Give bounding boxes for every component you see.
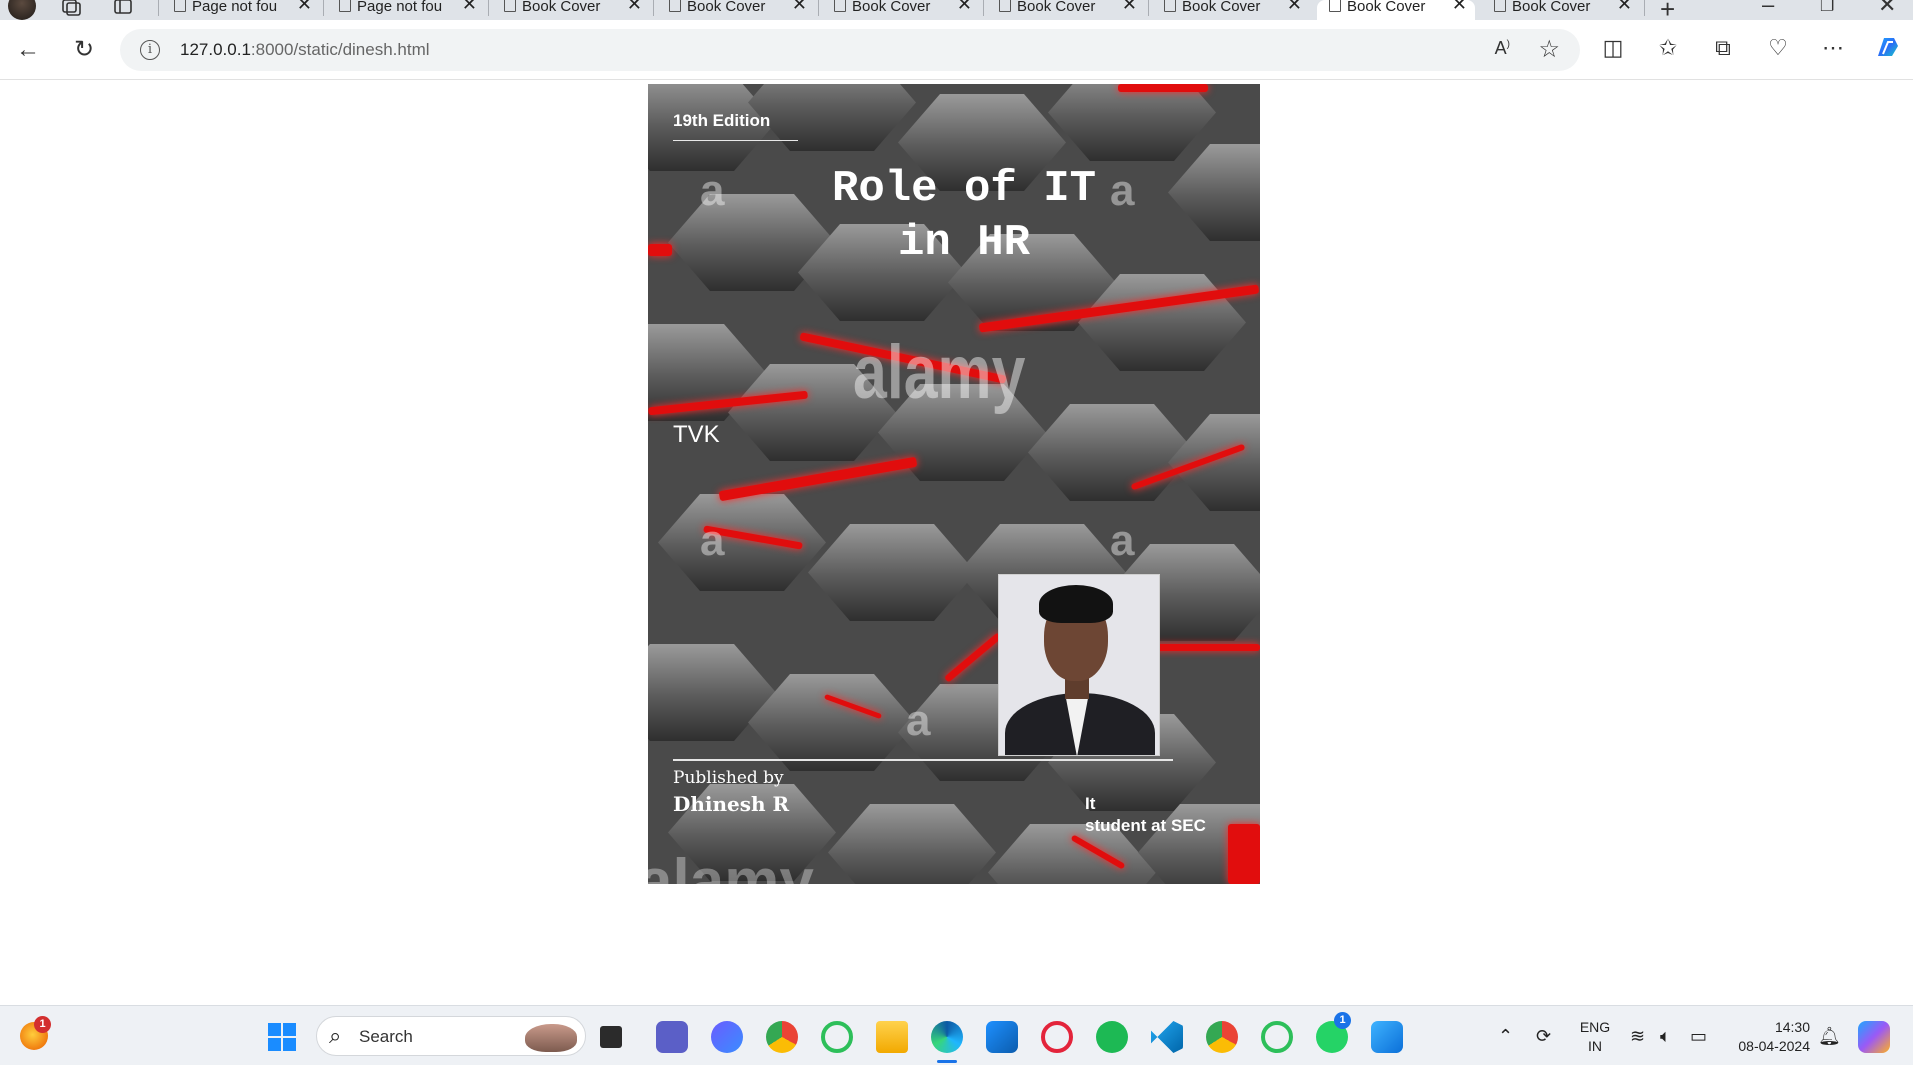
opera-icon[interactable] <box>1041 1021 1073 1053</box>
favorites-icon[interactable]: ✩ <box>1653 35 1683 61</box>
sync-icon[interactable]: ⟳ <box>1536 1026 1551 1047</box>
watermark-letter: a <box>906 696 931 745</box>
ring-app-icon[interactable] <box>821 1021 853 1053</box>
tab-page-not-found-2[interactable]: Page not fou ✕ <box>327 0 485 20</box>
whatsapp-badge: 1 <box>1334 1012 1351 1029</box>
author-role-line-2: student at SEC <box>1085 816 1206 835</box>
edge-icon[interactable] <box>931 1021 963 1053</box>
tab-strip: Page not fou ✕ Page not fou ✕ Book Cover… <box>0 0 1913 24</box>
profile-avatar[interactable] <box>8 0 36 20</box>
battery-icon[interactable]: ▭ <box>1690 1026 1707 1047</box>
taskbar-search[interactable]: ⌕ Search <box>316 1016 586 1056</box>
restore-icon[interactable]: ❐ <box>1820 0 1834 16</box>
close-tab-icon[interactable]: ✕ <box>1122 0 1137 13</box>
page-icon <box>669 0 681 12</box>
vscode-icon[interactable] <box>1151 1021 1183 1053</box>
notification-badge: 1 <box>34 1016 51 1033</box>
file-explorer-icon[interactable] <box>876 1021 908 1053</box>
tab-book-cover-1[interactable]: Book Cover ✕ <box>492 0 650 20</box>
chrome-icon[interactable] <box>766 1021 798 1053</box>
spotify-icon[interactable] <box>1096 1021 1128 1053</box>
book-title-line-2: in HR <box>897 218 1031 268</box>
vertical-tabs-icon[interactable] <box>112 0 134 18</box>
close-tab-icon[interactable]: ✕ <box>297 0 312 13</box>
search-highlight-image <box>525 1024 577 1052</box>
url-text[interactable]: 127.0.0.1:8000/static/dinesh.html <box>180 40 430 60</box>
book-cover: a a a a a alamy alamy 19th Edition Role … <box>648 84 1260 884</box>
close-tab-icon[interactable]: ✕ <box>1287 0 1302 13</box>
watermark-letter: a <box>700 166 725 215</box>
edition-label: 19th Edition <box>673 111 771 130</box>
page-icon <box>834 0 846 12</box>
book-title-line-1: Role of IT <box>831 164 1097 214</box>
back-icon[interactable]: ← <box>12 34 44 66</box>
info-icon[interactable]: i <box>140 40 160 60</box>
windows-start-icon[interactable] <box>266 1021 298 1053</box>
close-tab-icon[interactable]: ✕ <box>627 0 642 13</box>
tab-book-cover-3[interactable]: Book Cover ✕ <box>822 0 980 20</box>
close-window-icon[interactable]: ✕ <box>1878 0 1896 18</box>
vpn-app-icon[interactable] <box>711 1021 743 1053</box>
tab-book-cover-active[interactable]: Book Cover ✕ <box>1317 0 1475 20</box>
book-title: Role of IT in HR <box>748 162 1180 270</box>
address-bar[interactable]: i 127.0.0.1:8000/static/dinesh.html A) ☆ <box>120 29 1580 71</box>
browser-essentials-icon[interactable]: ♡ <box>1763 35 1793 61</box>
wifi-icon[interactable]: ≋ <box>1630 1026 1645 1047</box>
tab-book-cover-7[interactable]: Book Cover ✕ <box>1482 0 1640 20</box>
teams-icon[interactable] <box>656 1021 688 1053</box>
page-icon <box>174 0 186 12</box>
tab-book-cover-5[interactable]: Book Cover ✕ <box>1152 0 1310 20</box>
author-photo <box>998 574 1160 756</box>
volume-icon[interactable]: 🔈︎ <box>1660 1026 1671 1047</box>
page-icon <box>339 0 351 12</box>
watermark: alamy <box>853 330 1026 415</box>
edition-underline <box>673 140 798 141</box>
close-tab-icon[interactable]: ✕ <box>792 0 807 13</box>
watermark-letter: a <box>700 516 725 565</box>
photos-icon[interactable] <box>1371 1021 1403 1053</box>
windows-taskbar: 1 ⌕ Search 1 ⌃ ⟳ ENG IN ≋ 🔈︎ ▭ 14:30 08-… <box>0 1005 1913 1065</box>
navigation-bar: ← ↻ i 127.0.0.1:8000/static/dinesh.html … <box>0 20 1913 80</box>
system-clock[interactable]: 14:30 08-04-2024 <box>1720 1018 1810 1056</box>
close-tab-icon[interactable]: ✕ <box>1452 0 1467 13</box>
page-icon <box>999 0 1011 12</box>
favorite-star-icon[interactable]: ☆ <box>1538 35 1560 64</box>
author-tag: TVK <box>673 421 720 448</box>
language-indicator[interactable]: ENG IN <box>1578 1018 1612 1056</box>
minimize-icon[interactable]: – <box>1762 0 1774 18</box>
watermark-letter: a <box>1110 516 1135 565</box>
close-tab-icon[interactable]: ✕ <box>1617 0 1632 13</box>
read-aloud-icon[interactable]: A) <box>1495 38 1510 59</box>
ring-app-2-icon[interactable] <box>1261 1021 1293 1053</box>
more-icon[interactable]: ⋯ <box>1818 35 1848 61</box>
refresh-icon[interactable]: ↻ <box>68 34 100 66</box>
page-icon <box>1164 0 1176 12</box>
search-icon: ⌕ <box>329 1023 342 1048</box>
close-tab-icon[interactable]: ✕ <box>462 0 477 13</box>
chrome-profile-icon[interactable] <box>1206 1021 1238 1053</box>
copilot-taskbar-icon[interactable] <box>1858 1021 1890 1053</box>
page-icon <box>1329 0 1341 12</box>
show-hidden-icons[interactable]: ⌃ <box>1498 1026 1513 1047</box>
copilot-icon[interactable] <box>1872 32 1902 68</box>
author-role-line-1: It <box>1085 794 1096 813</box>
tab-book-cover-2[interactable]: Book Cover ✕ <box>657 0 815 20</box>
page-icon <box>504 0 516 12</box>
author-role: It student at SEC <box>1085 793 1206 837</box>
task-view-icon[interactable] <box>600 1026 622 1048</box>
published-by-label: Published by <box>673 768 784 788</box>
watermark-bottom: alamy <box>648 847 814 884</box>
tab-book-cover-4[interactable]: Book Cover ✕ <box>987 0 1145 20</box>
microsoft-store-icon[interactable] <box>986 1021 1018 1053</box>
workspaces-icon[interactable] <box>60 0 82 18</box>
notifications-bell-icon[interactable]: 🔔︎ <box>1818 1026 1841 1047</box>
page-icon <box>1494 0 1506 12</box>
split-screen-icon[interactable]: ◫ <box>1598 35 1628 61</box>
publisher-name: Dhinesh R <box>673 792 790 816</box>
close-tab-icon[interactable]: ✕ <box>957 0 972 13</box>
collections-icon[interactable]: ⧉ <box>1708 35 1738 61</box>
tab-page-not-found-1[interactable]: Page not fou ✕ <box>162 0 320 20</box>
divider <box>673 759 1173 761</box>
